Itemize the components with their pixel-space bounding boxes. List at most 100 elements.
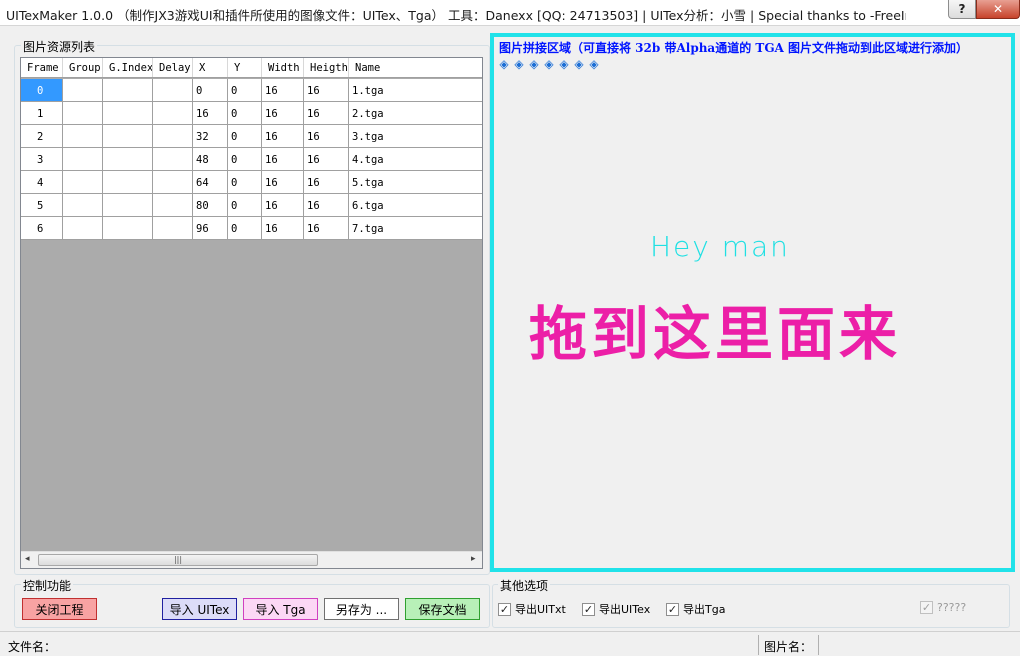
table-cell-gindex[interactable] [103,125,153,147]
resource-grid[interactable]: Frame Group G.Index Delay X Y Width Heigth Name … [20,57,483,569]
table-cell-group[interactable] [63,148,103,170]
table-cell-gindex[interactable] [103,148,153,170]
column-header-frame[interactable]: Frame [21,58,63,77]
table-row[interactable]: 3 48 0 16 16 4.tga [21,148,482,171]
checkbox-checked-icon[interactable]: ✓ [666,602,679,616]
table-cell-delay[interactable] [153,102,193,124]
table-cell-width[interactable]: 16 [262,171,304,193]
table-cell-delay[interactable] [153,79,193,101]
table-cell-x[interactable]: 96 [193,217,228,239]
table-cell-frame[interactable]: 6 [21,217,63,239]
horizontal-scrollbar[interactable]: ◂ ||| ▸ [21,551,482,568]
save-as-button[interactable]: 另存为 ... [324,598,399,620]
table-cell-group[interactable] [63,79,103,101]
checkbox-checked-icon[interactable]: ✓ [582,602,595,616]
table-cell-frame[interactable]: 0 [21,79,63,101]
close-window-button[interactable]: ✕ [976,0,1020,19]
table-cell-x[interactable]: 80 [193,194,228,216]
table-row[interactable]: 1 16 0 16 16 2.tga [21,102,482,125]
scroll-left-icon[interactable]: ◂ [25,554,30,564]
table-cell-gindex[interactable] [103,171,153,193]
table-cell-width[interactable]: 16 [262,79,304,101]
table-cell-name[interactable]: 3.tga [349,125,482,147]
export-uitex-checkbox[interactable]: ✓ 导出UITex [582,601,650,617]
table-cell-name[interactable]: 1.tga [349,79,482,101]
table-cell-heigth[interactable]: 16 [304,194,349,216]
table-cell-width[interactable]: 16 [262,217,304,239]
table-row[interactable]: 2 32 0 16 16 3.tga [21,125,482,148]
table-cell-width[interactable]: 16 [262,148,304,170]
table-row[interactable]: 6 96 0 16 16 7.tga [21,217,482,240]
table-cell-heigth[interactable]: 16 [304,217,349,239]
table-cell-heigth[interactable]: 16 [304,79,349,101]
table-cell-x[interactable]: 64 [193,171,228,193]
table-cell-frame[interactable]: 4 [21,171,63,193]
table-cell-delay[interactable] [153,171,193,193]
table-cell-delay[interactable] [153,148,193,170]
scrollbar-thumb[interactable]: ||| [38,554,318,566]
column-header-gindex[interactable]: G.Index [103,58,153,77]
table-cell-width[interactable]: 16 [262,194,304,216]
table-cell-group[interactable] [63,171,103,193]
table-row[interactable]: 0 0 0 16 16 1.tga [21,79,482,102]
checkbox-checked-icon[interactable]: ✓ [498,602,511,616]
import-uitex-button[interactable]: 导入 UITex [162,598,237,620]
table-cell-group[interactable] [63,194,103,216]
table-cell-name[interactable]: 7.tga [349,217,482,239]
export-tga-checkbox[interactable]: ✓ 导出Tga [666,601,725,617]
table-cell-frame[interactable]: 5 [21,194,63,216]
table-cell-width[interactable]: 16 [262,102,304,124]
table-cell-y[interactable]: 0 [228,125,262,147]
scroll-right-icon[interactable]: ▸ [471,554,476,564]
column-header-group[interactable]: Group [63,58,103,77]
table-cell-y[interactable]: 0 [228,217,262,239]
table-cell-name[interactable]: 4.tga [349,148,482,170]
table-cell-heigth[interactable]: 16 [304,102,349,124]
import-tga-button[interactable]: 导入 Tga [243,598,318,620]
export-uitxt-checkbox[interactable]: ✓ 导出UITxt [498,601,566,617]
table-cell-y[interactable]: 0 [228,79,262,101]
table-cell-delay[interactable] [153,217,193,239]
table-cell-x[interactable]: 16 [193,102,228,124]
table-cell-name[interactable]: 5.tga [349,171,482,193]
table-cell-delay[interactable] [153,125,193,147]
table-cell-y[interactable]: 0 [228,194,262,216]
table-row[interactable]: 4 64 0 16 16 5.tga [21,171,482,194]
table-cell-delay[interactable] [153,194,193,216]
column-header-delay[interactable]: Delay [153,58,193,77]
column-header-y[interactable]: Y [228,58,262,77]
table-cell-heigth[interactable]: 16 [304,125,349,147]
table-cell-y[interactable]: 0 [228,148,262,170]
stitch-area-title: 图片拼接区域（可直接将 32b 带Alpha通道的 TGA 图片文件拖动到此区域… [499,41,969,55]
help-button[interactable]: ? [948,0,976,19]
table-cell-frame[interactable]: 3 [21,148,63,170]
table-cell-heigth[interactable]: 16 [304,171,349,193]
table-cell-x[interactable]: 32 [193,125,228,147]
table-cell-gindex[interactable] [103,79,153,101]
grid-body[interactable]: 0 0 0 16 16 1.tga 1 16 0 16 16 2.tga 2 32 0 16 16 3.tga 3 4… [21,79,482,240]
column-header-name[interactable]: Name [349,58,482,77]
table-cell-name[interactable]: 2.tga [349,102,482,124]
table-cell-group[interactable] [63,217,103,239]
table-row[interactable]: 5 80 0 16 16 6.tga [21,194,482,217]
table-cell-gindex[interactable] [103,217,153,239]
table-cell-width[interactable]: 16 [262,125,304,147]
image-stitch-area[interactable]: 图片拼接区域（可直接将 32b 带Alpha通道的 TGA 图片文件拖动到此区域… [490,33,1015,572]
table-cell-gindex[interactable] [103,102,153,124]
table-cell-y[interactable]: 0 [228,171,262,193]
table-cell-frame[interactable]: 2 [21,125,63,147]
table-cell-group[interactable] [63,125,103,147]
column-header-x[interactable]: X [193,58,228,77]
table-cell-x[interactable]: 0 [193,79,228,101]
table-cell-name[interactable]: 6.tga [349,194,482,216]
table-cell-gindex[interactable] [103,194,153,216]
column-header-heigth[interactable]: Heigth [304,58,349,77]
table-cell-y[interactable]: 0 [228,102,262,124]
table-cell-heigth[interactable]: 16 [304,148,349,170]
column-header-width[interactable]: Width [262,58,304,77]
table-cell-frame[interactable]: 1 [21,102,63,124]
table-cell-x[interactable]: 48 [193,148,228,170]
close-project-button[interactable]: 关闭工程 [22,598,97,620]
save-document-button[interactable]: 保存文档 [405,598,480,620]
table-cell-group[interactable] [63,102,103,124]
